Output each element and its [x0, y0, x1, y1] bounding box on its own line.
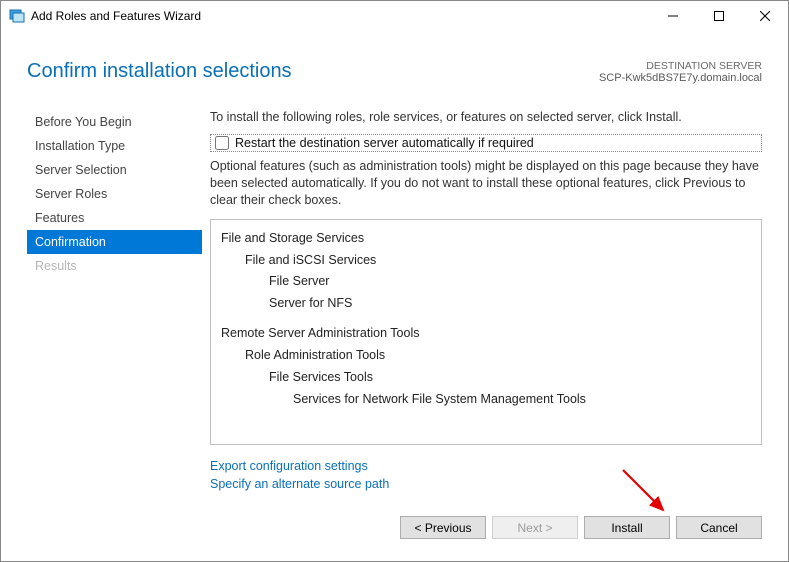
sidebar-item-before-you-begin[interactable]: Before You Begin	[27, 110, 202, 134]
optional-features-note: Optional features (such as administratio…	[210, 158, 762, 209]
tree-item: Remote Server Administration Tools	[221, 323, 751, 345]
tree-item: File Services Tools	[221, 367, 751, 389]
intro-text: To install the following roles, role ser…	[210, 110, 762, 124]
cancel-button[interactable]: Cancel	[676, 516, 762, 539]
sidebar: Before You Begin Installation Type Serve…	[27, 100, 202, 502]
sidebar-item-server-roles[interactable]: Server Roles	[27, 182, 202, 206]
page-title: Confirm installation selections	[27, 60, 599, 83]
titlebar: Add Roles and Features Wizard	[1, 1, 788, 31]
body: Before You Begin Installation Type Serve…	[9, 92, 780, 502]
tree-item: Services for Network File System Managem…	[221, 389, 751, 411]
tree-item: Role Administration Tools	[221, 345, 751, 367]
window-title: Add Roles and Features Wizard	[31, 9, 650, 23]
sidebar-item-server-selection[interactable]: Server Selection	[27, 158, 202, 182]
alternate-source-link[interactable]: Specify an alternate source path	[210, 475, 762, 494]
tree-item: File and iSCSI Services	[221, 250, 751, 272]
main-panel: To install the following roles, role ser…	[202, 100, 762, 502]
destination-server-info: DESTINATION SERVER SCP-Kwk5dBS7E7y.domai…	[599, 60, 762, 84]
sidebar-item-features[interactable]: Features	[27, 206, 202, 230]
sidebar-item-results: Results	[27, 254, 202, 278]
close-button[interactable]	[742, 1, 788, 31]
header: Confirm installation selections DESTINAT…	[9, 38, 780, 92]
links: Export configuration settings Specify an…	[210, 457, 762, 495]
app-icon	[9, 8, 25, 24]
tree-item: File Server	[221, 271, 751, 293]
restart-checkbox[interactable]	[215, 136, 229, 150]
titlebar-controls	[650, 1, 788, 31]
minimize-button[interactable]	[650, 1, 696, 31]
content: Confirm installation selections DESTINAT…	[8, 38, 781, 554]
sidebar-item-installation-type[interactable]: Installation Type	[27, 134, 202, 158]
footer: < Previous Next > Install Cancel	[9, 502, 780, 553]
tree-item: File and Storage Services	[221, 228, 751, 250]
install-button[interactable]: Install	[584, 516, 670, 539]
tree-item: Server for NFS	[221, 293, 751, 315]
wizard-window: Add Roles and Features Wizard Confirm in…	[0, 0, 789, 562]
sidebar-item-confirmation[interactable]: Confirmation	[27, 230, 202, 254]
destination-server-name: SCP-Kwk5dBS7E7y.domain.local	[599, 72, 762, 84]
restart-checkbox-row[interactable]: Restart the destination server automatic…	[210, 134, 762, 152]
next-button: Next >	[492, 516, 578, 539]
restart-checkbox-label: Restart the destination server automatic…	[235, 136, 534, 150]
destination-server-label: DESTINATION SERVER	[599, 60, 762, 72]
previous-button[interactable]: < Previous	[400, 516, 486, 539]
tree-gap	[221, 315, 751, 323]
export-config-link[interactable]: Export configuration settings	[210, 457, 762, 476]
maximize-button[interactable]	[696, 1, 742, 31]
selections-tree[interactable]: File and Storage Services File and iSCSI…	[210, 219, 762, 445]
